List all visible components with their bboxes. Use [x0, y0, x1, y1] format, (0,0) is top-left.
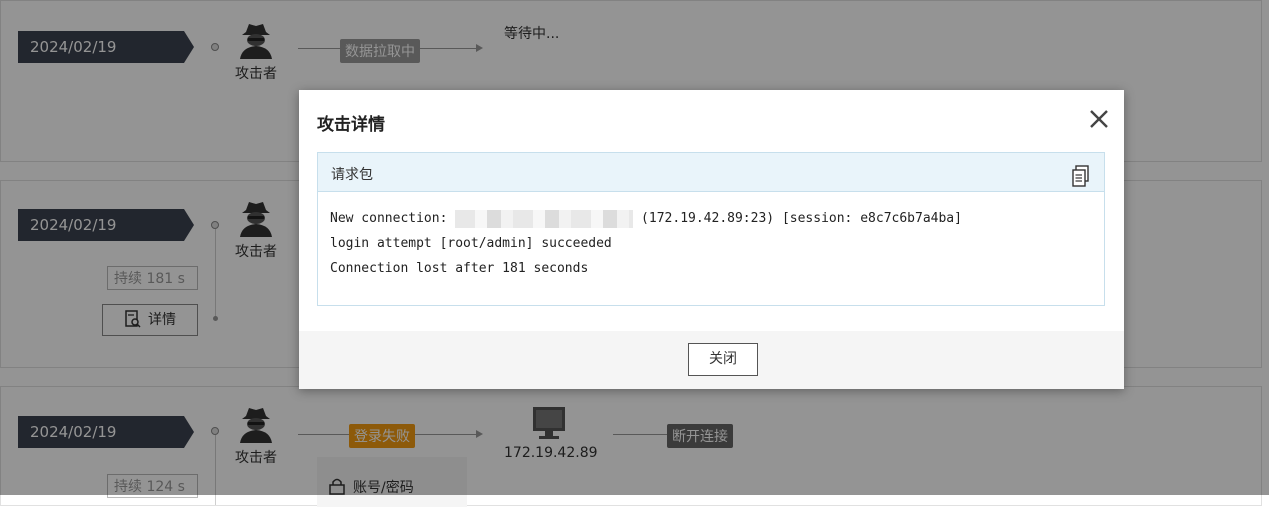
log-line: login attempt [root/admin] succeeded — [330, 236, 612, 251]
request-packet-header: 请求包 — [318, 153, 1104, 192]
log-text: New connection: — [330, 211, 456, 226]
log-line: Connection lost after 181 seconds — [330, 261, 589, 276]
close-button[interactable]: 关闭 — [688, 343, 758, 376]
dialog-title: 攻击详情 — [317, 115, 385, 135]
close-icon[interactable] — [1088, 108, 1110, 130]
request-packet-title: 请求包 — [331, 167, 373, 183]
request-packet-box: 请求包 New connection: (172.19.42.89:23) [s… — [317, 152, 1105, 306]
copy-icon[interactable] — [1072, 165, 1090, 187]
request-packet-body: New connection: (172.19.42.89:23) [sessi… — [318, 192, 1104, 295]
attack-detail-dialog: 攻击详情 请求包 New connection: (172.19.42.89:2… — [299, 90, 1124, 389]
dialog-footer: 关闭 — [299, 331, 1124, 389]
log-line: New connection: (172.19.42.89:23) [sessi… — [330, 206, 1092, 231]
log-text: (172.19.42.89:23) [session: e8c7c6b7a4ba… — [633, 211, 962, 226]
redacted-ip — [455, 209, 634, 228]
